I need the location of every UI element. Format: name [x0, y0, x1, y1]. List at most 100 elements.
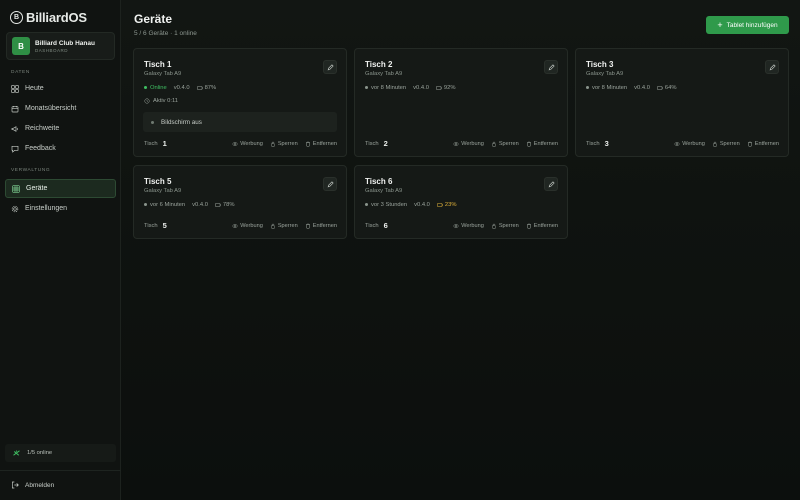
pencil-icon — [548, 181, 555, 188]
lock-button[interactable]: Sperren — [491, 141, 519, 147]
table-label: Tisch 1 — [144, 139, 167, 148]
device-model: Galaxy Tab A9 — [586, 71, 624, 77]
edit-button[interactable] — [323, 60, 337, 74]
device-title: Tisch 3 — [586, 60, 614, 69]
edit-button[interactable] — [765, 60, 779, 74]
lock-icon — [270, 223, 276, 229]
billiard-ball-icon: B — [10, 11, 23, 24]
device-status: vor 8 Minuten v0.4.0 92% — [365, 85, 456, 91]
trash-icon — [526, 223, 532, 229]
version-text: v0.4.0 — [414, 202, 430, 208]
device-card: Tisch 5 Galaxy Tab A9 vor 6 Minuten v0.4… — [133, 165, 347, 239]
sidebar-item-month[interactable]: Monatsübersicht — [5, 99, 116, 118]
version-text: v0.4.0 — [192, 202, 208, 208]
status-dot-icon — [365, 85, 368, 89]
table-label: Tisch 5 — [144, 221, 167, 230]
add-tablet-button[interactable]: + Tablet hinzufügen — [706, 16, 789, 34]
battery-level: 92% — [436, 85, 456, 91]
edit-button[interactable] — [544, 177, 558, 191]
club-switcher[interactable]: B Billiard Club Hanau DASHBOARD — [6, 32, 115, 60]
card-footer: Tisch 1 Werbung Sperren Entfernen — [144, 139, 337, 148]
trash-icon — [747, 141, 753, 147]
brand[interactable]: B BilliardOS — [10, 10, 87, 25]
online-status-text: 1/5 online — [27, 450, 53, 456]
sidebar-item-label: Geräte — [26, 185, 48, 192]
online-status: 1/5 online — [5, 444, 116, 462]
grid-icon — [12, 184, 20, 193]
status-text: vor 8 Minuten — [586, 85, 627, 91]
remove-button[interactable]: Entfernen — [305, 223, 337, 229]
lock-button[interactable]: Sperren — [712, 141, 740, 147]
device-title: Tisch 2 — [365, 60, 393, 69]
eye-icon — [232, 141, 238, 147]
pencil-icon — [769, 64, 776, 71]
version-text: v0.4.0 — [173, 85, 190, 91]
remove-button[interactable]: Entfernen — [747, 141, 779, 147]
lock-button[interactable]: Sperren — [270, 223, 298, 229]
eye-icon — [674, 141, 680, 147]
battery-icon — [197, 86, 203, 90]
lock-button[interactable]: Sperren — [491, 223, 519, 229]
club-avatar: B — [12, 37, 30, 55]
remove-button[interactable]: Entfernen — [305, 141, 337, 147]
plus-icon: + — [717, 19, 723, 30]
club-subtitle: DASHBOARD — [35, 47, 69, 53]
card-footer: Tisch 3 Werbung Sperren Entfernen — [586, 139, 779, 148]
screen-status: Bildschirm aus — [143, 112, 337, 132]
eye-icon — [453, 223, 459, 229]
edit-button[interactable] — [544, 60, 558, 74]
device-card: Tisch 1 Galaxy Tab A9 Online v0.4.0 87% … — [133, 48, 347, 157]
edit-button[interactable] — [323, 177, 337, 191]
ad-button[interactable]: Werbung — [453, 223, 484, 229]
status-dot-icon — [365, 202, 368, 206]
remove-button[interactable]: Entfernen — [526, 223, 558, 229]
gear-icon — [11, 205, 19, 212]
device-model: Galaxy Tab A9 — [144, 71, 182, 77]
lock-button[interactable]: Sperren — [270, 141, 298, 147]
device-status: vor 8 Minuten v0.4.0 64% — [586, 85, 677, 91]
status-dot-icon — [586, 85, 589, 89]
section-label-admin: VERWALTUNG — [11, 168, 51, 173]
wifi-icon — [13, 450, 20, 456]
sidebar-divider — [0, 470, 121, 471]
version-text: v0.4.0 — [634, 85, 650, 91]
status-text: Online — [144, 85, 167, 91]
pencil-icon — [548, 64, 555, 71]
sidebar-item-settings[interactable]: Einstellungen — [5, 199, 116, 218]
lock-icon — [270, 141, 276, 147]
status-text: vor 8 Minuten — [365, 85, 406, 91]
logout-icon — [12, 481, 19, 489]
device-card: Tisch 2 Galaxy Tab A9 vor 8 Minuten v0.4… — [354, 48, 568, 157]
status-dot-icon — [144, 85, 147, 89]
ad-button[interactable]: Werbung — [232, 223, 263, 229]
battery-level: 78% — [215, 202, 235, 208]
battery-level: 64% — [657, 85, 677, 91]
device-card: Tisch 3 Galaxy Tab A9 vor 8 Minuten v0.4… — [575, 48, 789, 157]
battery-level: 87% — [197, 85, 216, 91]
ad-button[interactable]: Werbung — [674, 141, 705, 147]
ad-button[interactable]: Werbung — [232, 141, 263, 147]
eye-icon — [453, 141, 459, 147]
page-title: Geräte — [134, 12, 173, 26]
brand-name: BilliardOS — [26, 10, 87, 25]
sidebar-item-feedback[interactable]: Feedback — [5, 139, 116, 158]
sidebar-item-reach[interactable]: Reichweite — [5, 119, 116, 138]
sidebar-item-today[interactable]: Heute — [5, 79, 116, 98]
device-title: Tisch 1 — [144, 60, 172, 69]
battery-level: 23% — [437, 202, 457, 208]
sidebar-item-label: Monatsübersicht — [25, 105, 77, 112]
add-tablet-label: Tablet hinzufügen — [726, 21, 778, 29]
sidebar-item-devices[interactable]: Geräte — [5, 179, 116, 198]
device-model: Galaxy Tab A9 — [365, 71, 403, 77]
logout-button[interactable]: Abmelden — [5, 478, 116, 492]
trash-icon — [305, 223, 311, 229]
remove-button[interactable]: Entfernen — [526, 141, 558, 147]
lock-icon — [712, 141, 718, 147]
sidebar-item-label: Reichweite — [25, 125, 60, 132]
sidebar-item-label: Feedback — [25, 145, 56, 152]
status-text: vor 6 Minuten — [144, 202, 185, 208]
screen-status-text: Bildschirm aus — [161, 118, 202, 126]
eye-icon — [232, 223, 238, 229]
battery-icon — [215, 203, 221, 207]
ad-button[interactable]: Werbung — [453, 141, 484, 147]
